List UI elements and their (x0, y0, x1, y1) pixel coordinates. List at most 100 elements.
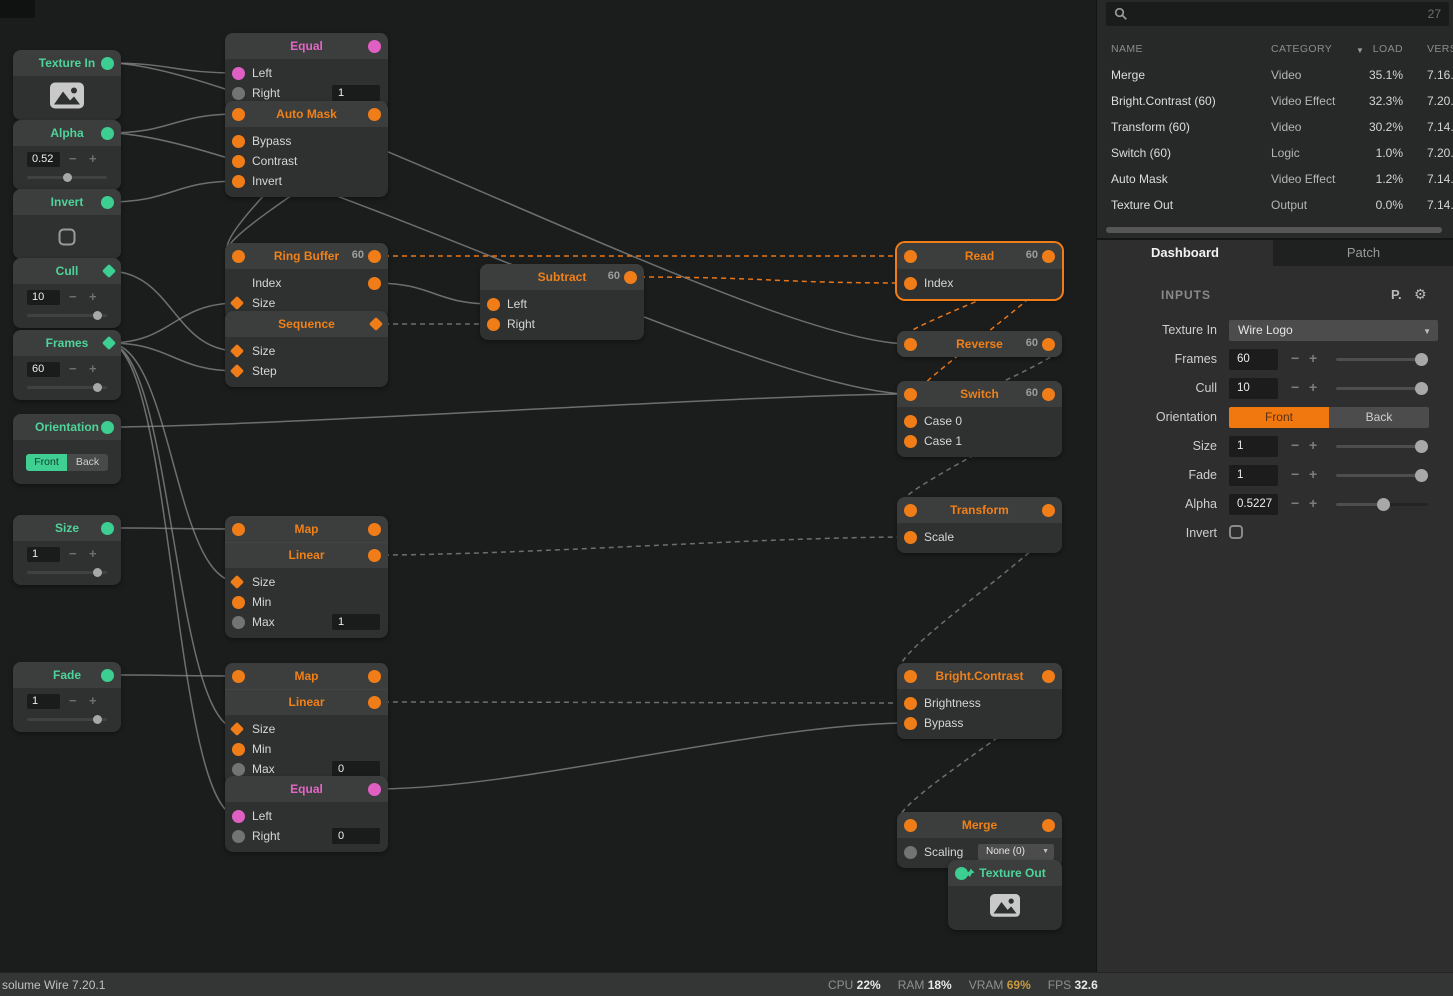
node-header[interactable]: Bright.Contrast (897, 663, 1062, 689)
increment-icon[interactable]: + (1309, 379, 1317, 395)
node-header[interactable]: Fade (13, 662, 121, 688)
increment-icon[interactable]: + (89, 546, 97, 561)
node-header[interactable]: Equal (225, 776, 388, 802)
node-param-row[interactable]: Size (225, 719, 388, 739)
column-name[interactable]: NAME (1111, 43, 1143, 55)
decrement-icon[interactable]: − (69, 151, 77, 166)
input-port[interactable] (904, 338, 917, 351)
node-param-row[interactable]: Index (897, 273, 1062, 293)
search-input[interactable]: 27 (1106, 2, 1449, 26)
node-value-field[interactable]: 60 (27, 362, 60, 377)
input-port[interactable] (904, 504, 917, 517)
node-ring-buffer[interactable]: Ring Buffer60IndexSize (225, 243, 388, 319)
param-input-port[interactable] (232, 616, 245, 629)
param-input-port[interactable] (232, 743, 245, 756)
node-cull[interactable]: Cull10−+ (13, 258, 121, 328)
node-param-row[interactable]: ScalingNone (0)▼ (897, 842, 1062, 862)
node-sequence[interactable]: SequenceSizeStep (225, 311, 388, 387)
output-port[interactable] (1042, 388, 1055, 401)
node-param-row[interactable]: Case 0 (897, 411, 1062, 431)
column-load[interactable]: LOAD (1337, 43, 1403, 55)
node-param-row[interactable]: Right1 (225, 83, 388, 103)
input-port[interactable] (232, 250, 245, 263)
node-subheader[interactable]: Linear (225, 542, 388, 568)
param-input-port[interactable] (230, 296, 244, 310)
toggle-option-front[interactable]: Front (1229, 407, 1329, 428)
table-header[interactable]: NAME CATEGORY ▼ LOAD VERS. (1097, 43, 1453, 59)
table-row[interactable]: Switch (60)Logic1.0%7.20.0 (1097, 146, 1453, 162)
node-header[interactable]: Ring Buffer60 (225, 243, 388, 269)
slider-knob[interactable] (93, 715, 102, 724)
toggle-option-back[interactable]: Back (1329, 407, 1429, 428)
node-slider[interactable] (27, 176, 107, 179)
pin-params-icon[interactable]: P. (1391, 287, 1402, 302)
output-port[interactable] (101, 421, 114, 434)
node-slider[interactable] (27, 386, 107, 389)
input-port[interactable] (955, 867, 968, 880)
node-slider[interactable] (27, 718, 107, 721)
node-fade[interactable]: Fade1−+ (13, 662, 121, 732)
node-equal-1[interactable]: Equal LeftRight1 (225, 33, 388, 109)
decrement-icon[interactable]: − (1291, 350, 1299, 366)
output-port[interactable] (369, 317, 383, 331)
output-port[interactable] (101, 522, 114, 535)
increment-icon[interactable]: + (89, 693, 97, 708)
param-input-port[interactable] (232, 763, 245, 776)
node-transform[interactable]: TransformScale (897, 497, 1062, 553)
horizontal-scrollbar[interactable] (1106, 227, 1442, 233)
node-param-row[interactable]: Step (225, 361, 388, 381)
node-texture-out[interactable]: Texture Out (948, 860, 1062, 930)
param-input-port[interactable] (230, 344, 244, 358)
slider-knob[interactable] (93, 568, 102, 577)
node-param-row[interactable]: Size (225, 293, 388, 313)
texture-source-dropdown[interactable]: Wire Logo▼ (1229, 320, 1438, 341)
toggle-option-back[interactable]: Back (67, 454, 108, 471)
input-port[interactable] (904, 670, 917, 683)
input-slider[interactable] (1336, 387, 1428, 390)
input-value-field[interactable]: 1 (1229, 465, 1278, 486)
input-port[interactable] (904, 819, 917, 832)
node-param-row[interactable]: Scale (897, 527, 1062, 547)
output-port[interactable] (368, 549, 381, 562)
output-port[interactable] (1042, 670, 1055, 683)
output-port[interactable] (368, 670, 381, 683)
node-header[interactable]: Texture Out (948, 860, 1062, 886)
wire-frames-to-map-1[interactable] (108, 343, 238, 582)
increment-icon[interactable]: + (1309, 350, 1317, 366)
wire-map-2-to-bright-contrast[interactable] (375, 702, 910, 703)
node-alpha[interactable]: Alpha0.52−+ (13, 120, 121, 190)
input-port[interactable] (904, 388, 917, 401)
param-input-port[interactable] (232, 87, 245, 100)
param-input-port[interactable] (904, 697, 917, 710)
wire-alpha-to-auto-mask[interactable] (108, 114, 238, 133)
increment-icon[interactable]: + (89, 151, 97, 166)
node-auto-mask[interactable]: Auto MaskBypassContrastInvert (225, 101, 388, 197)
increment-icon[interactable]: + (89, 289, 97, 304)
table-row[interactable]: Texture OutOutput0.0%7.14.0 (1097, 198, 1453, 214)
input-slider[interactable] (1336, 358, 1428, 361)
toggle-option-front[interactable]: Front (26, 454, 67, 471)
input-value-field[interactable]: 60 (1229, 349, 1278, 370)
node-param-row[interactable]: Left (225, 63, 388, 83)
increment-icon[interactable]: + (1309, 466, 1317, 482)
node-header[interactable]: Size (13, 515, 121, 541)
tab-dashboard[interactable]: Dashboard (1097, 240, 1273, 266)
output-port[interactable] (101, 127, 114, 140)
wire-map-1-to-transform[interactable] (375, 537, 910, 555)
node-read[interactable]: Read60Index (897, 243, 1062, 299)
param-input-port[interactable] (904, 415, 917, 428)
output-port[interactable] (1042, 250, 1055, 263)
wire-cull-to-sequence[interactable] (108, 271, 238, 351)
node-param-row[interactable]: Contrast (225, 151, 388, 171)
node-param-row[interactable]: Invert (225, 171, 388, 191)
output-port[interactable] (102, 264, 116, 278)
node-header[interactable]: Equal (225, 33, 388, 59)
output-port[interactable] (1042, 504, 1055, 517)
column-version[interactable]: VERS. (1427, 43, 1453, 55)
slider-knob[interactable] (1415, 382, 1428, 395)
node-header[interactable]: Reverse60 (897, 331, 1062, 357)
output-port[interactable] (368, 523, 381, 536)
node-value-field[interactable]: 0.52 (27, 152, 60, 167)
decrement-icon[interactable]: − (1291, 379, 1299, 395)
invert-checkbox[interactable] (1229, 525, 1243, 539)
